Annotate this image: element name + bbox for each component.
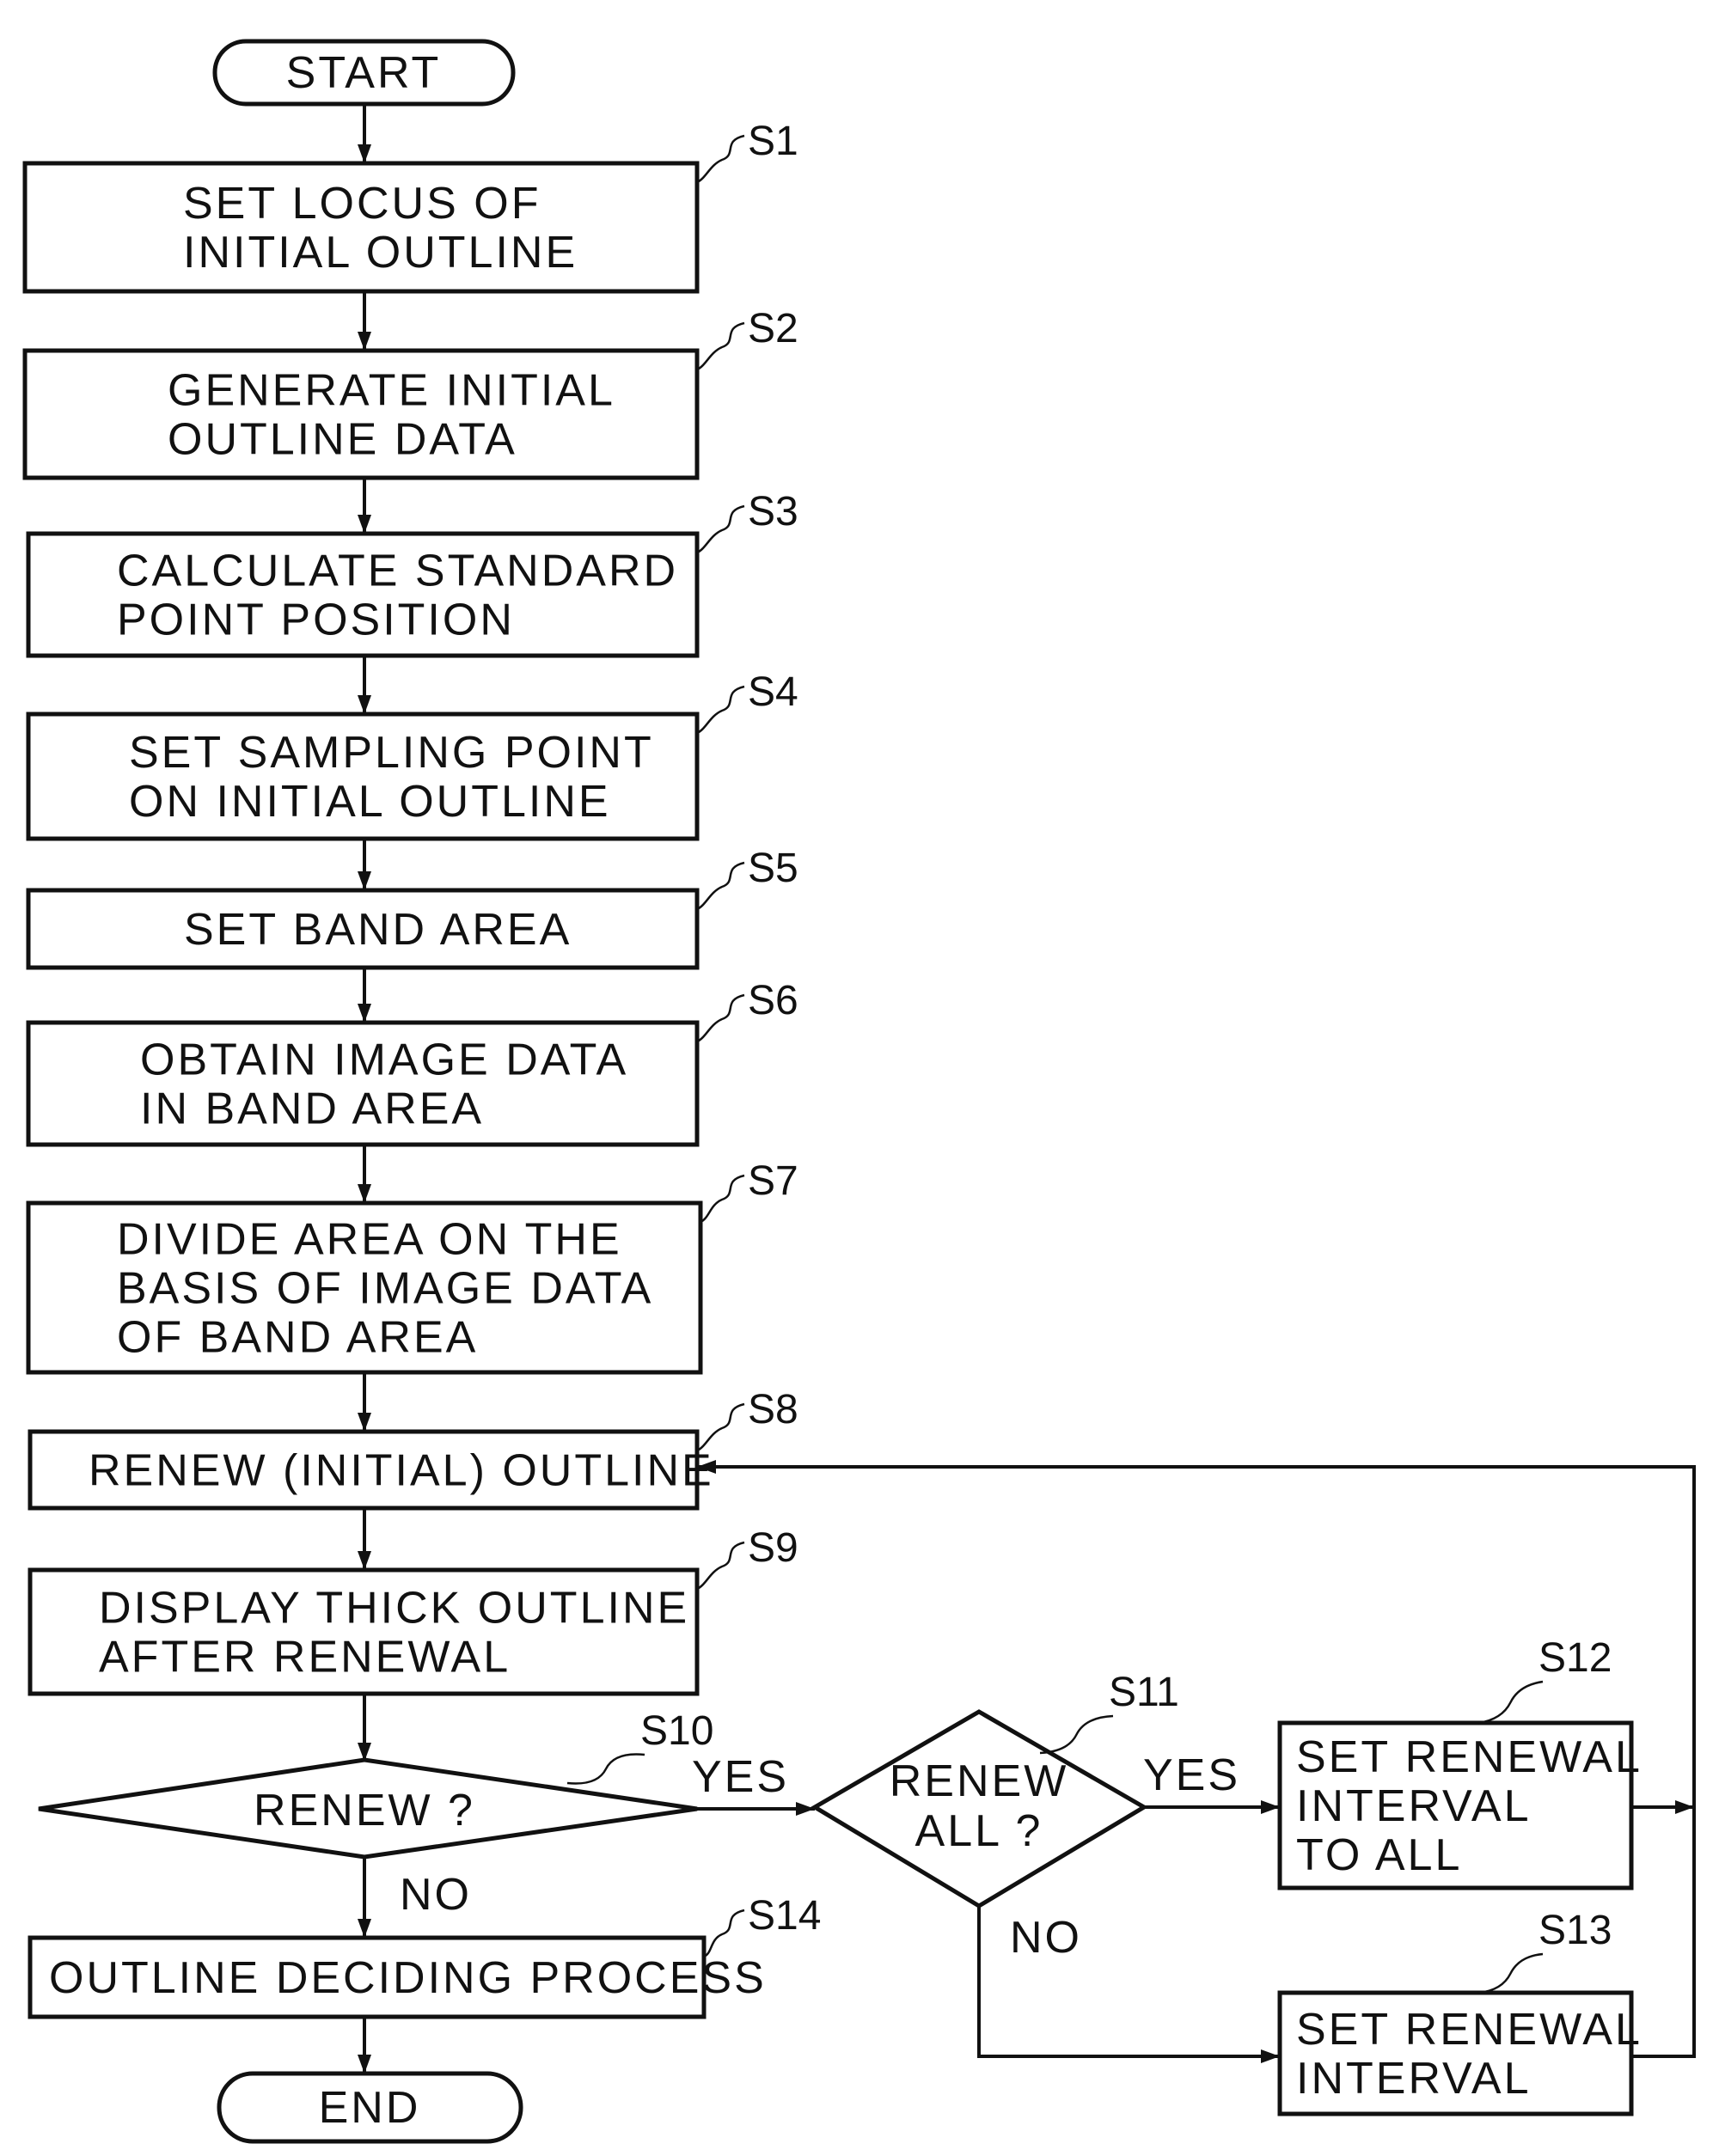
s1-step-label: S1: [748, 119, 798, 164]
end-label: END: [319, 2083, 421, 2133]
s9-text-line: DISPLAY THICK OUTLINE: [99, 1584, 689, 1634]
s3-text-line: POINT POSITION: [117, 595, 515, 645]
s13-step-label: S13: [1539, 1908, 1612, 1953]
s5-text-line: SET BAND AREA: [184, 905, 572, 955]
s1-text-line: SET LOCUS OF: [183, 179, 541, 229]
s2-leader-line: [696, 321, 745, 371]
s6-text-line: IN BAND AREA: [140, 1084, 484, 1134]
s13-leader-line: [1477, 1952, 1544, 1994]
s2-step-label: S2: [748, 306, 798, 351]
s7-text-line: DIVIDE AREA ON THE: [117, 1215, 622, 1265]
s11-yes-label: YES: [1143, 1750, 1240, 1800]
s4-text-line: ON INITIAL OUTLINE: [129, 777, 611, 827]
s6-text-line: OBTAIN IMAGE DATA: [140, 1035, 628, 1085]
s6-step-label: S6: [748, 978, 798, 1023]
s3-step-label: S3: [748, 489, 798, 534]
s10-text-line: RENEW ?: [254, 1786, 475, 1835]
s1-leader-line: [696, 134, 745, 184]
s14-leader-line: [703, 1909, 745, 1958]
s10-yes-label: YES: [692, 1752, 789, 1802]
s4-leader-line: [696, 685, 745, 735]
start-label: START: [286, 48, 442, 98]
s9-text-line: AFTER RENEWAL: [99, 1633, 511, 1683]
s12-step-label: S12: [1539, 1635, 1612, 1681]
s8-leader-line: [696, 1402, 745, 1452]
s12-text-line: SET RENEWAL: [1296, 1732, 1643, 1782]
s10-leader-line: [566, 1753, 645, 1785]
s1-text-line: INITIAL OUTLINE: [183, 228, 578, 278]
s9-step-label: S9: [748, 1525, 798, 1571]
s2-text-line: GENERATE INITIAL: [168, 366, 615, 416]
s5-leader-line: [696, 861, 745, 911]
s4-text-line: SET SAMPLING POINT: [129, 728, 654, 778]
s11-text-line: ALL ?: [915, 1806, 1043, 1856]
s7-text-line: OF BAND AREA: [117, 1313, 478, 1363]
s3-leader-line: [696, 504, 745, 554]
s14-step-label: S14: [748, 1893, 821, 1939]
s10-step-label: S10: [640, 1708, 713, 1754]
s2-text-line: OUTLINE DATA: [168, 415, 517, 465]
s9-leader-line: [696, 1541, 745, 1591]
s6-leader-line: [696, 993, 745, 1043]
s7-text-line: BASIS OF IMAGE DATA: [117, 1264, 653, 1314]
s10-no-label: NO: [400, 1870, 472, 1920]
s7-step-label: S7: [748, 1158, 798, 1204]
s5-step-label: S5: [748, 846, 798, 891]
s12-text-line: INTERVAL: [1296, 1781, 1532, 1831]
s3-text-line: CALCULATE STANDARD: [117, 547, 678, 596]
start-terminal: START: [212, 39, 516, 107]
s11-leader-line: [1039, 1714, 1114, 1755]
end-terminal: END: [217, 2071, 523, 2144]
s11-text-line: RENEW: [890, 1756, 1069, 1806]
s11-step-label: S11: [1109, 1670, 1179, 1715]
s14-text-line: OUTLINE DECIDING PROCESS: [49, 1953, 767, 2003]
s4-step-label: S4: [748, 669, 798, 715]
s12-leader-line: [1477, 1680, 1544, 1725]
s8-step-label: S8: [748, 1387, 798, 1432]
s8-text-line: RENEW (INITIAL) OUTLINE: [89, 1446, 714, 1496]
flowchart: START END SET LOCUS OFINITIAL OUTLINE GEN…: [22, 39, 1696, 2144]
s11-no-label: NO: [1010, 1913, 1082, 1963]
s13-text-line: SET RENEWAL: [1296, 2005, 1643, 2055]
s7-leader-line: [700, 1174, 745, 1224]
s12-text-line: TO ALL: [1296, 1830, 1462, 1880]
s13-text-line: INTERVAL: [1296, 2054, 1532, 2104]
